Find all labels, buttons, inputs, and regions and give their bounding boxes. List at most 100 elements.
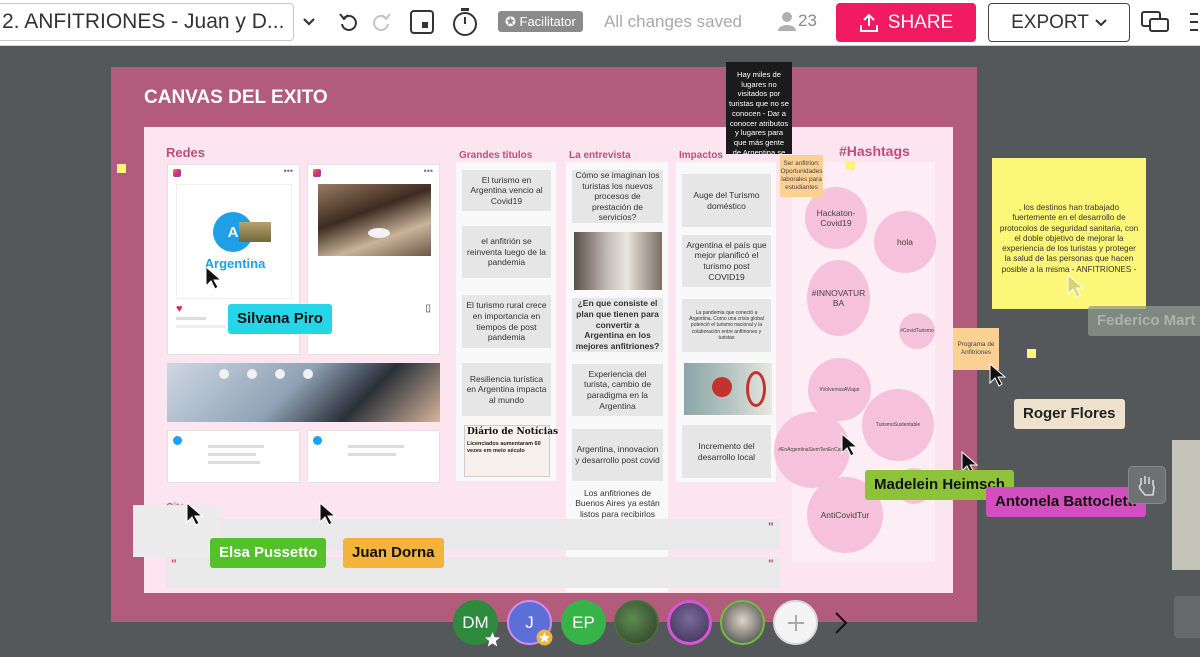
- chevron-down-icon: [1095, 18, 1107, 26]
- tango-dancers-photo: [318, 184, 431, 256]
- mini-sticky-note[interactable]: [117, 164, 126, 173]
- save-status: All changes saved: [604, 12, 742, 31]
- newspaper-masthead: Diário de Notícias: [467, 427, 559, 437]
- argentina-logo-text: Argentina: [204, 256, 266, 271]
- collaborator-tag-antonela: Antonela Battocletti: [986, 487, 1146, 517]
- mini-sticky-note[interactable]: [1027, 349, 1036, 358]
- twitter-bird-icon: [173, 436, 182, 445]
- sticky-note-small-gray[interactable]: [133, 505, 220, 557]
- hashtag-bubble[interactable]: #CovidTurismo: [899, 313, 935, 349]
- impacto-card[interactable]: Argentina el país que mejor planificó el…: [682, 235, 771, 287]
- mini-sticky-note[interactable]: [846, 161, 855, 170]
- collaborator-tag-silvana: Silvana Piro: [228, 304, 332, 334]
- side-panel-toggle-button[interactable]: [1174, 596, 1200, 638]
- timer-icon[interactable]: [450, 7, 480, 37]
- avatar-initials: DM: [462, 612, 489, 632]
- tweet-line: [348, 445, 404, 448]
- participant-avatar[interactable]: EP: [561, 600, 606, 645]
- chat-icon[interactable]: [1140, 6, 1170, 38]
- share-label: SHARE: [887, 11, 954, 33]
- like-heart-icon[interactable]: ♥: [176, 303, 183, 315]
- quote-mark-icon: ": [768, 557, 774, 571]
- titulo-card[interactable]: El turismo en Argentina vencio al Covid1…: [462, 170, 551, 211]
- sticky-note-dark[interactable]: Hay miles de lugares no visitados por tu…: [726, 62, 792, 154]
- top-toolbar: 2. ANFITRIONES - Juan y D... ✪ Facilitat…: [0, 0, 1200, 46]
- star-icon: [485, 632, 500, 647]
- hand-icon: [1138, 476, 1155, 496]
- add-participant-button[interactable]: [773, 600, 818, 645]
- user-count[interactable]: 23: [778, 11, 817, 31]
- caption-line: [176, 317, 206, 320]
- section-label-hashtags: #Hashtags: [839, 143, 910, 159]
- argentina-logo-image: A Argentina: [176, 184, 292, 299]
- target-rings: [746, 371, 766, 407]
- redo-icon[interactable]: [368, 7, 394, 37]
- section-label-grandes-titulos: Grandes títulos: [459, 150, 533, 161]
- section-label-la-entrevista: La entrevista: [569, 150, 631, 161]
- story-circle: [247, 369, 257, 379]
- newspaper-clipping: Diário de Notícias Licenciados aumentara…: [464, 425, 559, 477]
- tweet-line: [208, 445, 264, 448]
- hashtag-bubble[interactable]: hola: [874, 211, 936, 273]
- board-title-field[interactable]: 2. ANFITRIONES - Juan y D...: [0, 3, 294, 41]
- participant-avatar-photo[interactable]: [614, 600, 659, 645]
- tweet-line: [208, 461, 260, 464]
- entrevista-card[interactable]: Argentina, innovacion y desarrollo post …: [572, 429, 663, 481]
- presentation-frame-icon[interactable]: [408, 7, 436, 37]
- twitter-post-1[interactable]: [167, 430, 300, 483]
- collaborator-tag-elsa: Elsa Pussetto: [210, 538, 327, 568]
- entrevista-card[interactable]: Los anfitriones de Buenos Aires ya están…: [572, 487, 663, 520]
- section-label-impactos: Impactos: [679, 150, 723, 161]
- entrevista-card[interactable]: Experiencia del turista, cambio de parad…: [572, 364, 663, 416]
- hashtag-bubble[interactable]: TurismoSustentable: [862, 389, 934, 461]
- plus-icon: [787, 614, 804, 631]
- collaborator-cursor-icon: [205, 266, 223, 290]
- newspaper-headline: Licenciados aumentaram 60 vezes em meio …: [467, 441, 541, 454]
- instagram-icon: [313, 169, 321, 177]
- entrevista-card[interactable]: ¿En que consiste el plan que tienen para…: [572, 298, 663, 352]
- story-circle: [275, 369, 285, 379]
- impacto-card[interactable]: Incremento del desarrollo local: [682, 425, 771, 478]
- boxing-glove: [712, 377, 732, 397]
- avatar-initials: J: [525, 612, 534, 632]
- instagram-icon: [173, 169, 181, 177]
- sticky-note-orange[interactable]: Ser anfitrion: Oportunidades laborales p…: [780, 155, 823, 197]
- share-button[interactable]: SHARE: [836, 3, 976, 42]
- collaborator-cursor-icon: [186, 502, 204, 526]
- participant-avatar-photo[interactable]: [720, 600, 765, 645]
- export-button[interactable]: EXPORT: [988, 3, 1130, 42]
- impacto-card[interactable]: La pandemia que conectó a Argentina. Com…: [682, 299, 771, 352]
- boxing-glove-target-photo: [684, 363, 772, 415]
- collaborator-cursor-icon: [841, 433, 859, 457]
- bookmark-icon[interactable]: ▯: [425, 303, 431, 314]
- facilitator-badge[interactable]: ✪ Facilitator: [498, 11, 583, 32]
- more-dots-icon: •••: [423, 166, 433, 176]
- titulo-card[interactable]: Resiliencia turística en Argentina impac…: [462, 363, 551, 416]
- canvas-inner-area: Redes ••• A Argentina ♥ ••• ○ ▯: [144, 127, 953, 593]
- hashtag-bubble[interactable]: #INNOVATUR BA: [807, 260, 870, 336]
- more-menu-icon[interactable]: [1182, 6, 1200, 38]
- story-circle: [219, 369, 229, 379]
- collaborator-tag-roger: Roger Flores: [1014, 399, 1125, 429]
- participant-avatar[interactable]: J: [507, 600, 553, 646]
- chevron-right-icon[interactable]: [828, 608, 854, 638]
- avatar-initials: EP: [572, 612, 595, 632]
- titulo-card[interactable]: El turismo rural crece en importancia en…: [462, 295, 551, 348]
- participant-avatar-photo[interactable]: [667, 600, 712, 645]
- story-circle: [303, 369, 313, 379]
- more-dots-icon: •••: [283, 166, 293, 176]
- side-panel-edge[interactable]: [1172, 440, 1200, 570]
- titulo-card[interactable]: el anfitrión se reinventa luego de la pa…: [462, 226, 551, 278]
- collaborator-cursor-icon: [1067, 274, 1085, 298]
- collaborator-tag-federico: Federico Mart: [1088, 306, 1200, 336]
- title-dropdown-chevron-icon[interactable]: [299, 7, 319, 37]
- tweet-line: [348, 453, 396, 456]
- star-icon: [536, 629, 553, 646]
- caption-line: [176, 325, 226, 328]
- twitter-post-2[interactable]: [307, 430, 440, 483]
- undo-icon[interactable]: [336, 7, 362, 37]
- pan-hand-button[interactable]: [1128, 466, 1166, 504]
- impacto-card[interactable]: Auge del Turismo doméstico: [682, 174, 771, 227]
- participant-avatar[interactable]: DM: [453, 600, 500, 647]
- entrevista-card[interactable]: Cómo se imaginan los turistas los nuevos…: [572, 170, 663, 223]
